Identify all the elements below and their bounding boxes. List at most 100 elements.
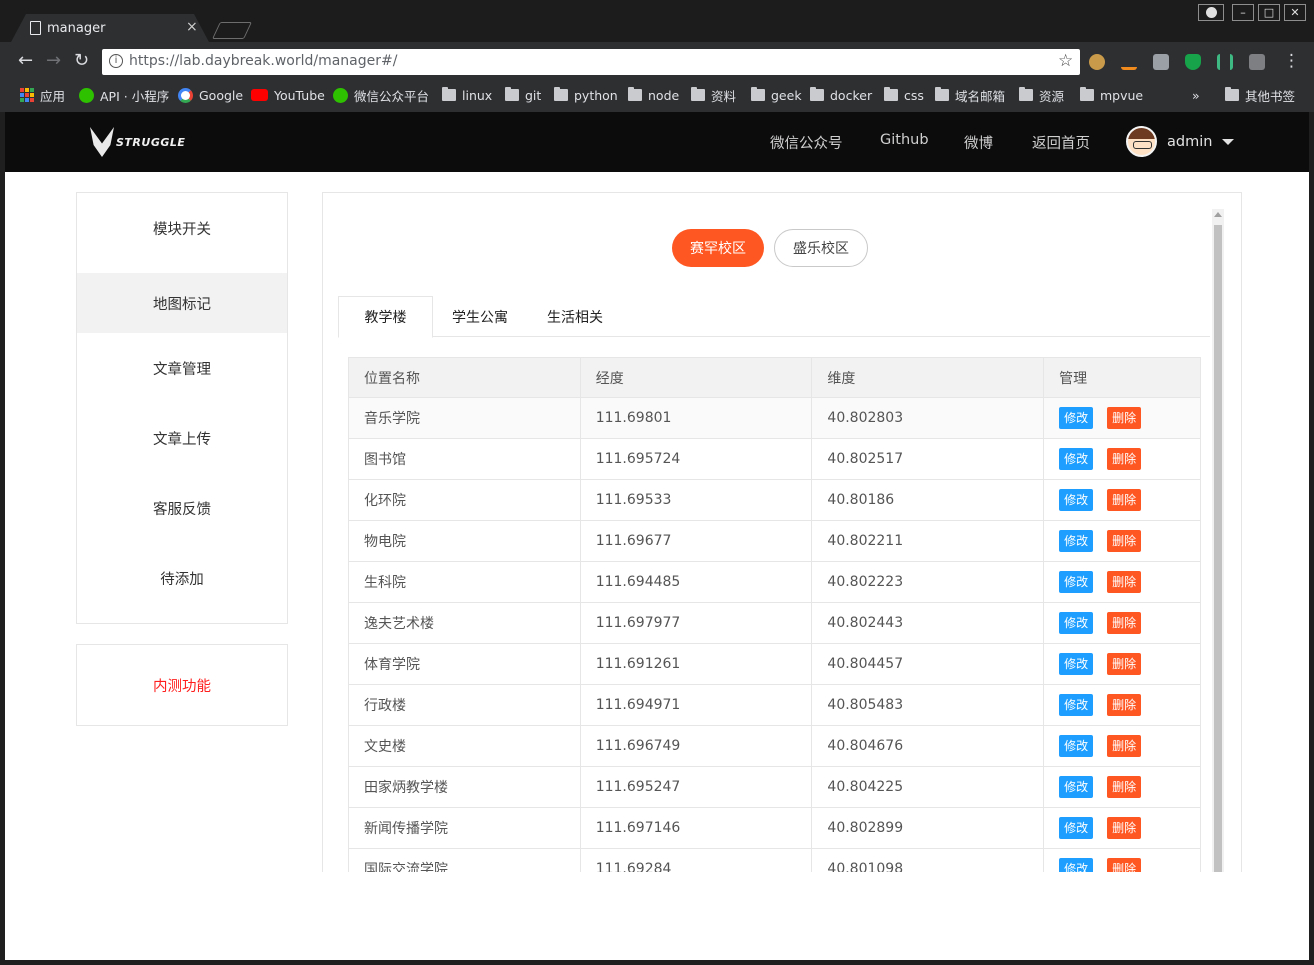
edit-button[interactable]: 修改 xyxy=(1059,571,1094,593)
delete-button[interactable]: 删除 xyxy=(1107,448,1142,470)
bookmark-star-icon[interactable]: ☆ xyxy=(1058,51,1073,71)
sidebar-item-feedback[interactable]: 客服反馈 xyxy=(77,473,287,543)
cell-location-name: 田家炳教学楼 xyxy=(348,766,581,808)
tab-teaching-building[interactable]: 教学楼 xyxy=(338,296,433,338)
tab-student-dorm[interactable]: 学生公寓 xyxy=(448,296,512,337)
cell-location-name: 物电院 xyxy=(348,520,581,562)
delete-button[interactable]: 删除 xyxy=(1107,776,1142,798)
edit-button[interactable]: 修改 xyxy=(1059,448,1094,470)
bookmark-folder-docker[interactable]: docker xyxy=(810,86,872,104)
edit-button[interactable]: 修改 xyxy=(1059,653,1094,675)
nav-weibo[interactable]: 微博 xyxy=(964,132,993,153)
delete-button[interactable]: 删除 xyxy=(1107,858,1142,872)
close-window-button[interactable]: ✕ xyxy=(1284,4,1306,21)
delete-button[interactable]: 删除 xyxy=(1107,530,1142,552)
sidebar-item-article-manage[interactable]: 文章管理 xyxy=(77,333,287,403)
nav-github[interactable]: Github xyxy=(880,132,929,153)
panel-scrollbar[interactable] xyxy=(1212,209,1224,872)
bookmark-folder-ziliao[interactable]: 资料 xyxy=(691,86,736,104)
delete-button[interactable]: 删除 xyxy=(1107,694,1142,716)
user-menu[interactable]: admin xyxy=(1126,126,1235,157)
campus-button-saihan[interactable]: 赛罕校区 xyxy=(672,229,764,267)
folder-icon xyxy=(935,87,949,101)
sidebar-menu: 模块开关 地图标记 文章管理 文章上传 客服反馈 待添加 xyxy=(76,192,288,624)
nav-wechat-official[interactable]: 微信公众号 xyxy=(770,132,843,153)
bookmark-google[interactable]: Google xyxy=(178,86,243,104)
bookmark-folder-geek[interactable]: geek xyxy=(751,86,802,104)
delete-button[interactable]: 删除 xyxy=(1107,571,1142,593)
scroll-up-icon[interactable] xyxy=(1214,212,1222,217)
sidebar-item-article-upload[interactable]: 文章上传 xyxy=(77,403,287,473)
cell-latitude: 40.804225 xyxy=(811,766,1045,808)
sidebar-item-map-markers[interactable]: 地图标记 xyxy=(77,273,287,333)
reload-icon[interactable]: ↻ xyxy=(74,50,89,71)
forward-icon[interactable]: → xyxy=(46,50,61,71)
bookmark-wechat-mp[interactable]: 微信公众平台 xyxy=(333,86,429,104)
maximize-button[interactable]: □ xyxy=(1258,4,1280,21)
edit-button[interactable]: 修改 xyxy=(1059,612,1094,634)
cell-longitude: 111.69677 xyxy=(579,520,813,562)
cell-location-name: 生科院 xyxy=(348,561,581,603)
bookmark-folder-ziyuan[interactable]: 资源 xyxy=(1019,86,1064,104)
cell-latitude: 40.802517 xyxy=(811,438,1045,480)
bookmark-other[interactable]: 其他书签 xyxy=(1225,86,1295,104)
delete-button[interactable]: 删除 xyxy=(1107,407,1142,429)
cookie-extension-icon[interactable] xyxy=(1089,54,1105,70)
arrow-extension-icon[interactable] xyxy=(1249,54,1265,70)
bookmark-folder-git[interactable]: git xyxy=(505,86,541,104)
tab-close-icon[interactable]: × xyxy=(186,19,198,35)
delete-button[interactable]: 删除 xyxy=(1107,653,1142,675)
bookmark-label: YouTube xyxy=(274,87,325,103)
column-header-manage: 管理 xyxy=(1043,357,1201,398)
delete-button[interactable]: 删除 xyxy=(1107,817,1142,839)
sidebar-item-beta[interactable]: 内测功能 xyxy=(76,644,288,726)
bookmark-youtube[interactable]: YouTube xyxy=(251,86,325,104)
bookmark-apps[interactable]: 应用 xyxy=(20,86,65,104)
folder-icon xyxy=(751,87,765,101)
scroll-thumb[interactable] xyxy=(1214,225,1222,872)
table-row: 生科院 111.694485 40.802223 修改 删除 xyxy=(348,561,1201,603)
table-header-row: 位置名称 经度 维度 管理 xyxy=(348,357,1201,398)
bookmark-folder-domain-mail[interactable]: 域名邮箱 xyxy=(935,86,1005,104)
bookmark-folder-python[interactable]: python xyxy=(554,86,618,104)
bookmarks-overflow-button[interactable]: » xyxy=(1192,86,1200,104)
site-logo[interactable]: STRUGGLE xyxy=(90,127,185,157)
vue-extension-icon[interactable] xyxy=(1217,54,1233,70)
shield-extension-icon[interactable] xyxy=(1185,54,1201,70)
edit-button[interactable]: 修改 xyxy=(1059,530,1094,552)
site-info-icon[interactable]: i xyxy=(109,54,123,68)
extension-icon[interactable] xyxy=(1153,54,1169,70)
bookmark-label: css xyxy=(904,87,924,103)
bookmark-api[interactable]: API · 小程序 xyxy=(79,86,169,104)
edit-button[interactable]: 修改 xyxy=(1059,817,1094,839)
bookmark-folder-mpvue[interactable]: mpvue xyxy=(1080,86,1143,104)
delete-button[interactable]: 删除 xyxy=(1107,489,1142,511)
delete-button[interactable]: 删除 xyxy=(1107,735,1142,757)
edit-button[interactable]: 修改 xyxy=(1059,858,1094,872)
campus-button-shengle[interactable]: 盛乐校区 xyxy=(774,229,868,267)
table-row: 逸夫艺术楼 111.697977 40.802443 修改 删除 xyxy=(348,602,1201,644)
bookmark-folder-linux[interactable]: linux xyxy=(442,86,492,104)
profile-icon[interactable] xyxy=(1198,4,1224,21)
cell-actions: 修改 删除 xyxy=(1043,438,1201,480)
minimize-button[interactable]: – xyxy=(1232,4,1254,21)
edit-button[interactable]: 修改 xyxy=(1059,407,1094,429)
edit-button[interactable]: 修改 xyxy=(1059,776,1094,798)
nav-home[interactable]: 返回首页 xyxy=(1032,132,1090,153)
google-icon xyxy=(178,87,193,103)
sidebar-item-module-switch[interactable]: 模块开关 xyxy=(77,193,287,263)
back-icon[interactable]: ← xyxy=(18,50,33,71)
edit-button[interactable]: 修改 xyxy=(1059,694,1094,716)
tab-life[interactable]: 生活相关 xyxy=(543,296,607,337)
cell-longitude: 111.69533 xyxy=(579,479,813,521)
bookmark-folder-css[interactable]: css xyxy=(884,86,924,104)
cell-longitude: 111.691261 xyxy=(579,643,813,685)
delete-button[interactable]: 删除 xyxy=(1107,612,1142,634)
bookmark-folder-node[interactable]: node xyxy=(628,86,679,104)
browser-menu-icon[interactable]: ⋮ xyxy=(1283,51,1300,71)
column-header-longitude: 经度 xyxy=(579,357,813,398)
download-extension-icon[interactable] xyxy=(1121,54,1137,70)
edit-button[interactable]: 修改 xyxy=(1059,489,1094,511)
edit-button[interactable]: 修改 xyxy=(1059,735,1094,757)
sidebar-item-todo[interactable]: 待添加 xyxy=(77,543,287,613)
